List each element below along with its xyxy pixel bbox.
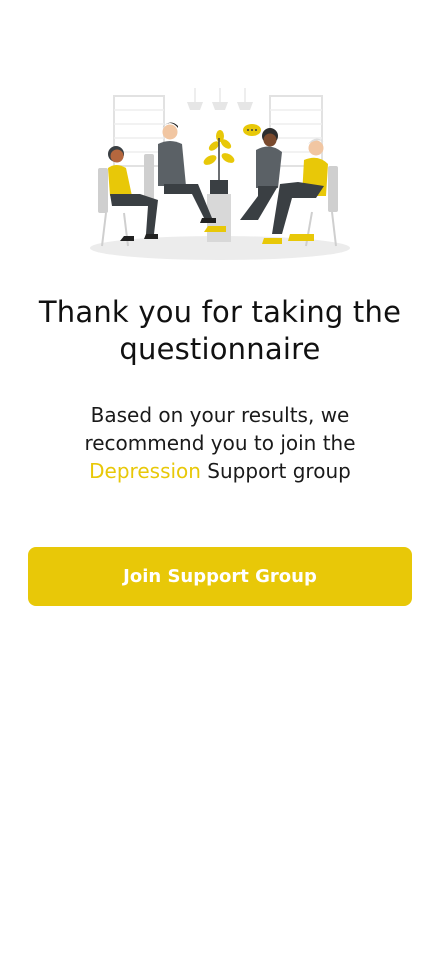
recommendation-message: Based on your results, we recommend you … (40, 401, 400, 485)
recommendation-text-before: Based on your results, we recommend you … (84, 403, 356, 455)
join-support-group-button[interactable]: Join Support Group (28, 547, 412, 606)
page-title: Thank you for taking the questionnaire (38, 295, 402, 366)
group-name-highlight: Depression (89, 459, 201, 483)
support-group-illustration (90, 88, 350, 260)
recommendation-text-after: Support group (200, 459, 351, 483)
